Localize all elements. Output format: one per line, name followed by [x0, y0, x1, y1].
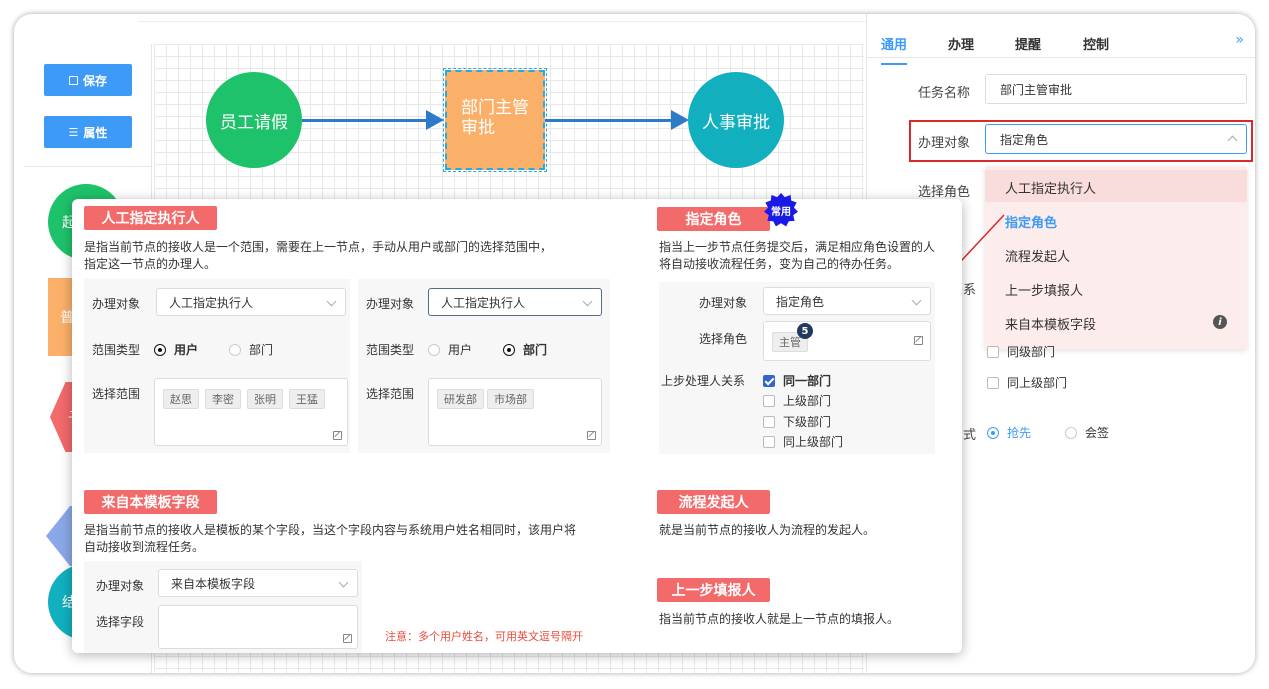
flow-node-employee-leave[interactable]: 员工请假 — [206, 72, 302, 168]
chip: 市场部 — [487, 389, 534, 409]
handler-select[interactable]: 指定角色 — [985, 124, 1247, 154]
task-name-input[interactable]: 部门主管审批 — [985, 74, 1247, 104]
checkbox-same-upper-dept[interactable]: 同上级部门 — [763, 433, 843, 450]
dropdown-item-prev-filler[interactable]: 上一步填报人 — [1005, 280, 1083, 299]
checkbox-same-dept[interactable]: 同一部门 — [763, 372, 831, 389]
role-desc-2: 将自动接收流程任务，变为自己的待办任务。 — [659, 257, 900, 271]
chevron-down-icon — [326, 296, 337, 307]
range-label: 选择范围 — [92, 387, 141, 401]
field-input[interactable] — [158, 605, 358, 649]
relation-label: 上步处理人关系 — [661, 374, 746, 388]
chevron-down-icon — [338, 577, 349, 588]
edit-icon[interactable] — [343, 634, 352, 643]
flow-arrow-1 — [302, 119, 432, 122]
role-count-badge: 5 — [797, 323, 813, 339]
checkbox-sub-dept-partial[interactable]: 同级部门 — [987, 343, 1055, 360]
template-note: 注意：多个用户姓名，可用英文逗号隔开 — [385, 630, 583, 643]
role-example: 办理对象 指定角色 选择角色 主管 5 上步处理人关系 同一部门 上级部门 下级… — [659, 282, 935, 454]
chip: 李密 — [205, 389, 241, 409]
handler-select[interactable]: 指定角色 — [763, 287, 931, 315]
manual-example-user: 办理对象 人工指定执行人 范围类型 用户 部门 选择范围 赵思 李密 张明 王猛 — [84, 279, 350, 453]
radio-user[interactable]: 用户 — [428, 341, 472, 358]
tag-prev-filler: 上一步填报人 — [657, 578, 770, 602]
info-icon: i — [1213, 315, 1227, 329]
radio-countersign[interactable]: 会签 — [1065, 424, 1109, 441]
tab-control[interactable]: 控制 — [1083, 34, 1109, 53]
manual-desc-2: 指定这一节点的办理人。 — [84, 257, 217, 271]
panel-tabs: 通用 办理 提醒 控制 » — [867, 28, 1255, 65]
handler-dropdown: 人工指定执行人 指定角色 流程发起人 上一步填报人 来自本模板字段 i — [985, 166, 1247, 349]
handler-label: 办理对象 — [918, 136, 971, 151]
tag-manual: 人工指定执行人 — [84, 206, 217, 230]
checkbox-upper-dept[interactable]: 上级部门 — [763, 392, 831, 409]
handler-label: 办理对象 — [92, 297, 141, 311]
save-icon — [68, 75, 78, 85]
chip: 研发部 — [437, 389, 484, 409]
scope-label: 范围类型 — [92, 343, 141, 357]
save-label: 保存 — [82, 73, 107, 88]
radio-preempt[interactable]: 抢先 — [987, 424, 1031, 441]
mode-label-partial: 式 — [963, 428, 977, 443]
tab-general[interactable]: 通用 — [881, 34, 908, 65]
template-example: 办理对象 来自本模板字段 选择字段 — [84, 561, 362, 653]
chevron-up-icon — [1227, 135, 1238, 146]
chip: 赵思 — [163, 389, 199, 409]
prev-filler-desc: 指当前节点的接收人就是上一节点的填报人。 — [659, 612, 900, 626]
handler-select[interactable]: 人工指定执行人 — [156, 288, 346, 316]
tag-template-field: 来自本模板字段 — [84, 490, 217, 514]
flow-node-dept-approval[interactable]: 部门主管审批 — [443, 68, 547, 172]
chip: 张明 — [247, 389, 283, 409]
range-label: 选择范围 — [366, 387, 415, 401]
flow-node-hr-approval[interactable]: 人事审批 — [688, 72, 784, 168]
tab-handle[interactable]: 办理 — [948, 34, 974, 53]
task-name-label: 任务名称 — [918, 86, 971, 101]
role-label: 选择角色 — [918, 185, 971, 200]
handler-label: 办理对象 — [96, 579, 145, 593]
list-icon: ☰ — [68, 125, 79, 139]
checkbox-same-upper-dept[interactable]: 同上级部门 — [987, 374, 1067, 391]
manual-example-dept: 办理对象 人工指定执行人 范围类型 用户 部门 选择范围 研发部 市场部 — [358, 279, 610, 453]
range-field[interactable]: 赵思 李密 张明 王猛 — [154, 378, 348, 446]
properties-label: 属性 — [83, 125, 108, 140]
range-field[interactable]: 研发部 市场部 — [428, 378, 602, 446]
flow-arrow-2 — [545, 119, 675, 122]
arrow-head-icon — [426, 110, 444, 130]
scope-label: 范围类型 — [366, 343, 415, 357]
chevron-down-icon — [582, 296, 593, 307]
handler-select[interactable]: 来自本模板字段 — [158, 569, 358, 597]
template-desc-1: 是指当前节点的接收人是模板的某个字段，当这个字段内容与系统用户姓名相同时，该用户… — [84, 523, 577, 537]
field-label: 选择字段 — [96, 615, 145, 629]
role-label: 选择角色 — [699, 332, 748, 346]
dropdown-item-template-field[interactable]: 来自本模板字段 — [1005, 314, 1096, 333]
manual-desc-1: 是指当前节点的接收人是一个范围，需要在上一节点，手动从用户或部门的选择范围中， — [84, 240, 553, 254]
radio-dept[interactable]: 部门 — [229, 341, 273, 358]
tag-role: 指定角色 — [657, 207, 770, 231]
handler-label: 办理对象 — [699, 296, 748, 310]
template-desc-2: 自动接收到流程任务。 — [84, 540, 205, 554]
save-button[interactable]: 保存 — [44, 64, 132, 96]
properties-button[interactable]: ☰ 属性 — [44, 116, 132, 148]
role-desc-1: 指当上一步节点任务提交后，满足相应角色设置的人 — [659, 240, 936, 254]
initiator-desc: 就是当前节点的接收人为流程的发起人。 — [659, 523, 876, 537]
radio-dept[interactable]: 部门 — [503, 341, 547, 358]
radio-user[interactable]: 用户 — [154, 341, 198, 358]
checkbox-sub-dept[interactable]: 下级部门 — [763, 413, 831, 430]
edit-icon[interactable] — [333, 431, 342, 440]
collapse-icon[interactable]: » — [1235, 32, 1244, 48]
dropdown-item-manual[interactable]: 人工指定执行人 — [1005, 178, 1096, 197]
edit-icon[interactable] — [587, 431, 596, 440]
tab-remind[interactable]: 提醒 — [1015, 34, 1041, 53]
handler-select[interactable]: 人工指定执行人 — [428, 288, 602, 316]
arrow-head-icon — [671, 110, 689, 130]
app-window: 保存 ☰ 属性 起 普 子 结 员工请假 部门主管审批 人事审批 通用 办理 提… — [14, 14, 1255, 673]
edit-icon[interactable] — [914, 336, 923, 345]
handler-label: 办理对象 — [366, 297, 415, 311]
dropdown-item-initiator[interactable]: 流程发起人 — [1005, 246, 1070, 265]
top-strip — [138, 14, 868, 22]
role-field[interactable]: 主管 5 — [763, 321, 931, 361]
chevron-down-icon — [911, 295, 922, 306]
handler-help-card: 人工指定执行人 是指当前节点的接收人是一个范围，需要在上一节点，手动从用户或部门… — [72, 193, 962, 653]
chip: 王猛 — [289, 389, 325, 409]
tag-initiator: 流程发起人 — [657, 490, 770, 514]
